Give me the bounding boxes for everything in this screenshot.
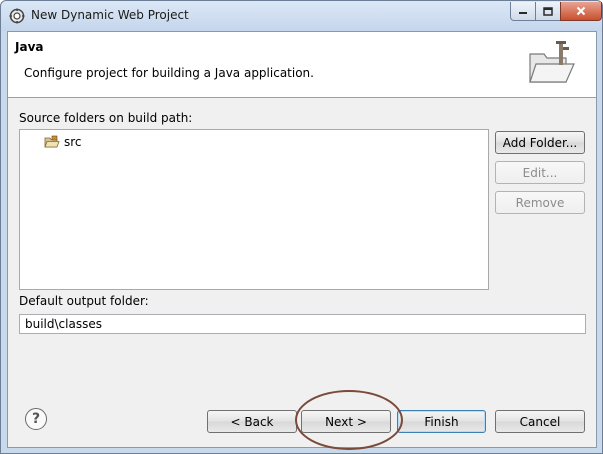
- minimize-button[interactable]: [510, 2, 536, 21]
- dialog-client-area: Java Configure project for building a Ja…: [7, 31, 597, 450]
- wizard-header: Java Configure project for building a Ja…: [8, 32, 596, 98]
- source-folders-tree[interactable]: src: [19, 129, 489, 290]
- tree-item-label: src: [64, 135, 82, 149]
- page-title: Java: [15, 40, 44, 54]
- window-title: New Dynamic Web Project: [31, 8, 189, 22]
- finish-button[interactable]: Finish: [397, 410, 486, 433]
- back-button[interactable]: < Back: [207, 410, 297, 433]
- dialog-window: New Dynamic Web Project Java Configure p…: [0, 0, 603, 454]
- output-folder-field[interactable]: build\classes: [19, 314, 586, 334]
- tree-item-src[interactable]: src: [44, 135, 82, 149]
- eclipse-app-icon: [9, 8, 25, 24]
- maximize-button[interactable]: [535, 2, 561, 21]
- minimize-icon: [519, 12, 527, 14]
- title-bar[interactable]: New Dynamic Web Project: [1, 1, 602, 31]
- folder-wizard-icon: [529, 41, 575, 83]
- cancel-button[interactable]: Cancel: [495, 410, 585, 433]
- source-folders-label: Source folders on build path:: [19, 111, 193, 125]
- maximize-icon: [543, 6, 553, 16]
- next-highlight-annotation: [295, 390, 403, 450]
- output-folder-label: Default output folder:: [19, 294, 149, 308]
- close-icon: [576, 6, 586, 16]
- remove-button[interactable]: Remove: [495, 191, 585, 214]
- help-icon[interactable]: ?: [25, 408, 47, 430]
- package-folder-icon: [44, 135, 60, 148]
- close-button[interactable]: [560, 2, 602, 21]
- page-description: Configure project for building a Java ap…: [24, 66, 314, 80]
- edit-button[interactable]: Edit...: [495, 161, 585, 184]
- add-folder-button[interactable]: Add Folder...: [495, 131, 585, 154]
